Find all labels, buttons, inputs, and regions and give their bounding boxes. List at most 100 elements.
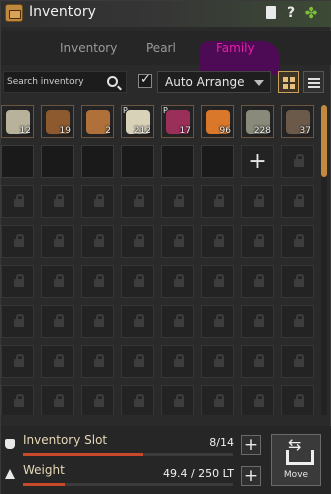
lock-icon xyxy=(54,234,64,247)
empty-slot[interactable] xyxy=(81,145,114,178)
move-button[interactable]: Move xyxy=(271,434,321,486)
locked-slot xyxy=(41,225,74,258)
empty-slot[interactable] xyxy=(121,145,154,178)
move-label: Move xyxy=(283,470,309,480)
item-slot[interactable]: 12 xyxy=(1,105,34,138)
lock-icon xyxy=(254,194,264,207)
tab-inventory[interactable]: Inventory xyxy=(60,41,117,55)
help-icon[interactable]: ? xyxy=(283,4,299,22)
title-bar[interactable]: Inventory ? ✤ xyxy=(1,1,331,27)
add-weight-button[interactable]: + xyxy=(241,466,261,486)
inventory-slot-value: 8/14 xyxy=(209,436,234,449)
lock-icon xyxy=(254,274,264,287)
item-slot[interactable]: 2 xyxy=(81,105,114,138)
empty-slot[interactable] xyxy=(1,145,34,178)
lock-icon xyxy=(94,234,104,247)
lock-icon xyxy=(94,314,104,327)
lock-icon xyxy=(174,314,184,327)
auto-arrange-checkbox[interactable]: ✓ xyxy=(138,72,152,88)
lock-icon xyxy=(14,194,24,207)
lock-icon xyxy=(214,394,224,407)
clover-icon[interactable]: ✤ xyxy=(303,4,319,22)
tab-family[interactable]: Family xyxy=(216,41,255,55)
tab-pearl[interactable]: Pearl xyxy=(146,41,176,55)
locked-slot xyxy=(121,345,154,378)
item-count: 19 xyxy=(59,126,71,136)
locked-slot xyxy=(161,385,194,415)
lock-icon xyxy=(214,194,224,207)
empty-slot[interactable] xyxy=(41,145,74,178)
locked-slot xyxy=(81,185,114,218)
locked-slot xyxy=(41,345,74,378)
lock-icon xyxy=(14,314,24,327)
item-count: 228 xyxy=(253,126,271,136)
backpack-icon xyxy=(5,4,23,22)
locked-slot xyxy=(161,305,194,338)
lock-icon xyxy=(294,354,304,367)
toolbar: ✓ Auto Arrange xyxy=(1,69,331,97)
lock-icon xyxy=(214,314,224,327)
locked-slot xyxy=(121,225,154,258)
list-view-button[interactable] xyxy=(303,71,324,93)
lock-icon xyxy=(254,234,264,247)
item-slot[interactable]: P 17 xyxy=(161,105,194,138)
expand-slot-button[interactable]: + xyxy=(241,145,274,178)
lock-icon xyxy=(294,154,304,167)
locked-slot xyxy=(1,185,34,218)
locked-slot xyxy=(201,385,234,415)
empty-slot[interactable] xyxy=(201,145,234,178)
lock-icon xyxy=(134,354,144,367)
item-count: 17 xyxy=(179,126,191,136)
add-slot-button[interactable]: + xyxy=(241,435,261,455)
locked-slot xyxy=(81,385,114,415)
item-slot[interactable]: P 212 xyxy=(121,105,154,138)
item-slot[interactable]: 19 xyxy=(41,105,74,138)
locked-slot xyxy=(281,345,314,378)
lock-icon xyxy=(94,354,104,367)
bag-icon xyxy=(5,439,15,449)
lock-icon xyxy=(174,234,184,247)
locked-slot xyxy=(81,345,114,378)
lock-icon xyxy=(54,274,64,287)
search-input[interactable] xyxy=(7,74,103,90)
item-slot[interactable]: 228 xyxy=(241,105,274,138)
item-count: 212 xyxy=(133,126,151,136)
locked-slot xyxy=(41,305,74,338)
locked-slot xyxy=(281,305,314,338)
scrollbar-thumb[interactable] xyxy=(321,105,327,177)
locked-slot xyxy=(121,385,154,415)
lock-icon xyxy=(134,394,144,407)
weight-icon xyxy=(5,469,15,479)
lock-icon xyxy=(254,354,264,367)
list-icon xyxy=(308,82,320,84)
item-slot[interactable]: 37 xyxy=(281,105,314,138)
locked-slot xyxy=(241,265,274,298)
locked-slot xyxy=(161,265,194,298)
arrange-dropdown[interactable]: Auto Arrange xyxy=(157,71,271,93)
item-count: 12 xyxy=(19,126,31,136)
inventory-slot-bar xyxy=(23,453,233,456)
locked-slot xyxy=(241,305,274,338)
search-box[interactable] xyxy=(3,71,127,93)
locked-slot xyxy=(241,345,274,378)
locked-slot xyxy=(241,225,274,258)
empty-slot[interactable] xyxy=(161,145,194,178)
item-count: 2 xyxy=(105,126,111,136)
lock-icon xyxy=(94,274,104,287)
lock-icon xyxy=(214,234,224,247)
item-slot[interactable]: 96 xyxy=(201,105,234,138)
document-icon[interactable] xyxy=(263,4,279,22)
locked-slot xyxy=(81,265,114,298)
locked-slot xyxy=(201,305,234,338)
grid-view-button[interactable] xyxy=(278,71,299,93)
lock-icon xyxy=(174,354,184,367)
lock-icon xyxy=(94,194,104,207)
search-icon[interactable] xyxy=(107,76,118,87)
lock-icon xyxy=(174,274,184,287)
lock-icon xyxy=(174,194,184,207)
lock-icon xyxy=(134,234,144,247)
lock-icon xyxy=(214,274,224,287)
lock-icon xyxy=(94,394,104,407)
lock-icon xyxy=(54,394,64,407)
locked-slot xyxy=(161,345,194,378)
